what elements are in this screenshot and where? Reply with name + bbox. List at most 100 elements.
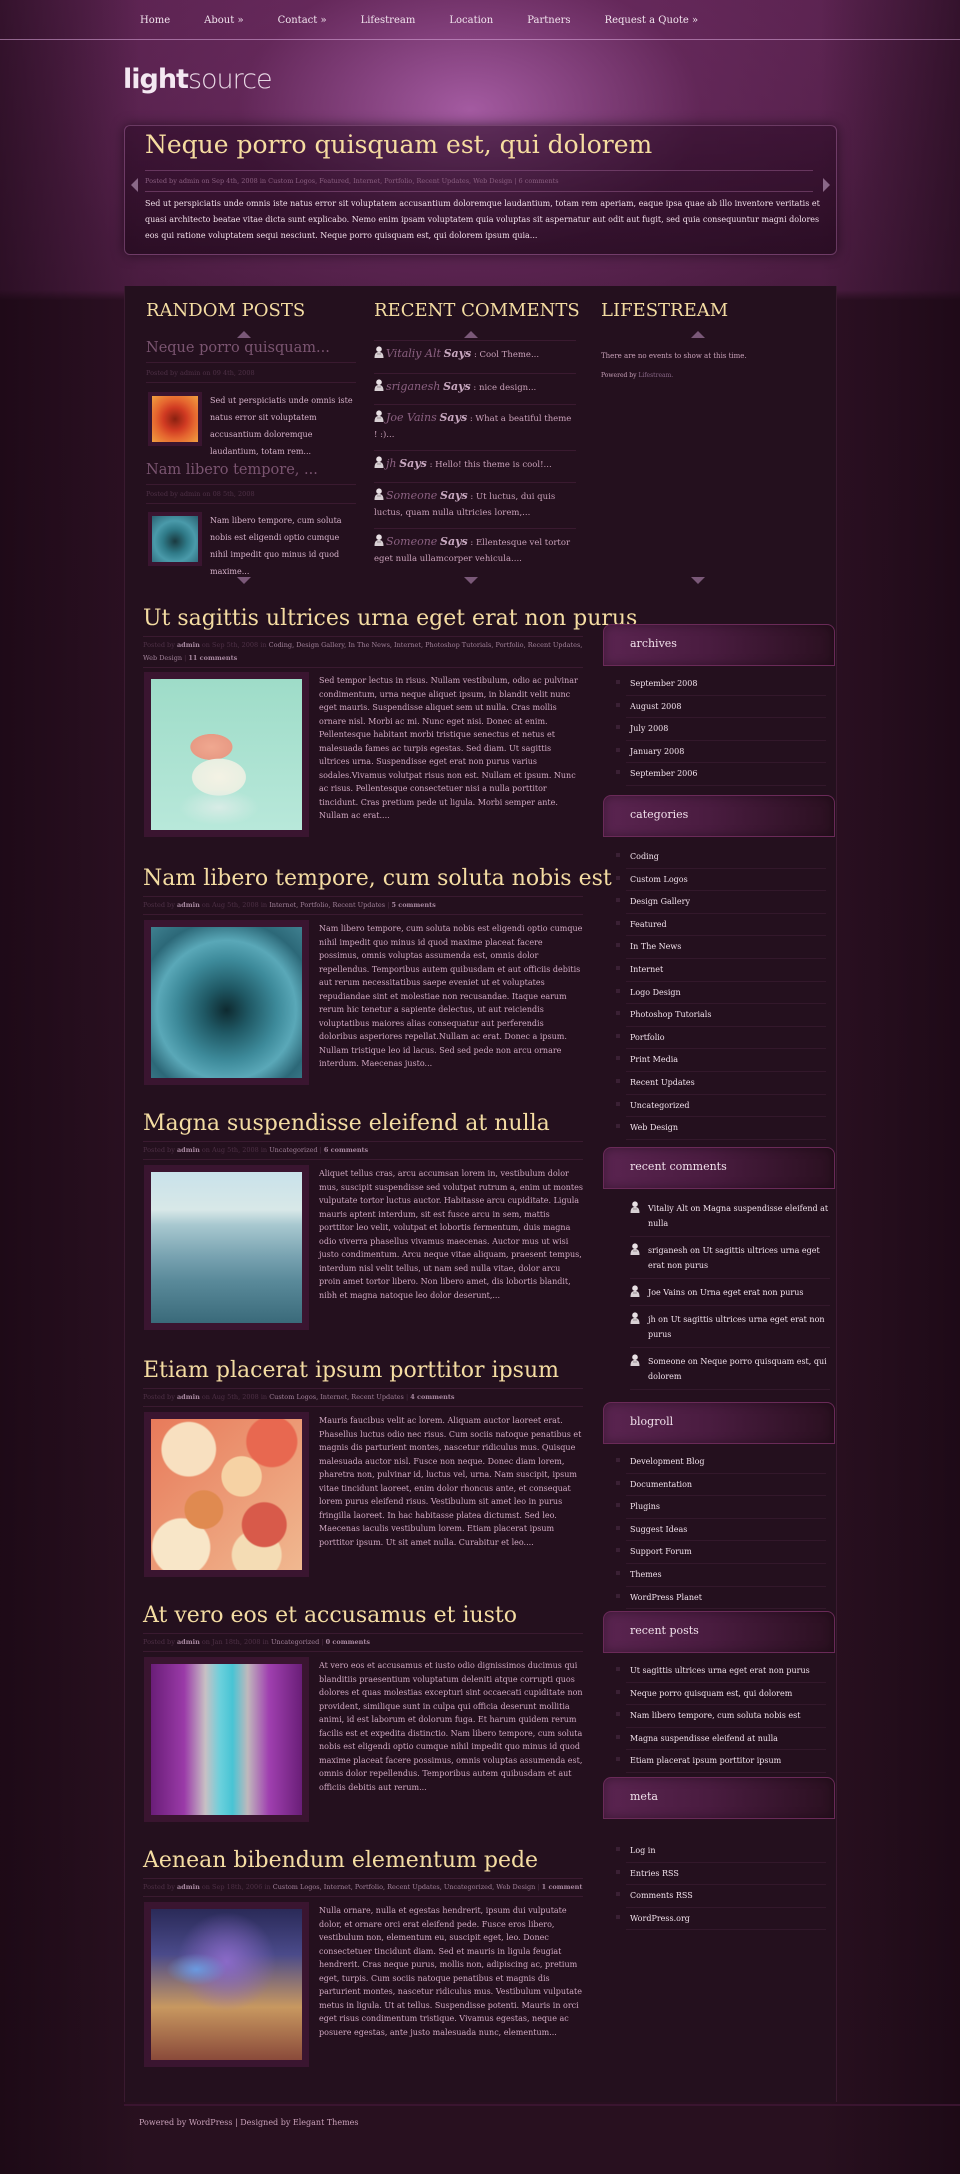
blogroll-item[interactable]: Documentation [626,1474,826,1497]
categories-item[interactable]: Portfolio [626,1027,826,1050]
post-title[interactable]: Etiam placerat ipsum porttitor ipsum [143,1358,559,1383]
lifestream-link[interactable]: Lifestream. [638,372,673,379]
blogroll-item[interactable]: Suggest Ideas [626,1519,826,1542]
recent-comment-item[interactable]: jh Says : Hello! this theme is cool!... [374,450,576,473]
post-comments-link[interactable]: 5 comments [391,901,435,909]
recent-comments-scroll-down-icon[interactable] [464,577,478,584]
recent-posts-item[interactable]: Ut sagittis ultrices urna eget erat non … [626,1660,826,1683]
recent-comments-scroll-up-icon[interactable] [464,331,478,338]
post-title[interactable]: Ut sagittis ultrices urna eget erat non … [143,606,637,631]
blogroll-item[interactable]: Plugins [626,1496,826,1519]
archives-item[interactable]: July 2008 [626,718,826,741]
lifestream-scroll-up-icon[interactable] [691,331,705,338]
blogroll-item[interactable]: Support Forum [626,1541,826,1564]
post-thumbnail[interactable] [144,1412,309,1577]
post-comments-link[interactable]: 1 comment [542,1883,583,1891]
comment-author[interactable]: sriganesh [386,380,440,393]
meta-item[interactable]: Comments RSS [626,1885,826,1908]
comment-author[interactable]: Joe Vains [386,411,437,424]
categories-item[interactable]: Coding [626,846,826,869]
recent-comment-entry[interactable]: Someone on Neque porro quisquam est, qui… [630,1348,830,1390]
post-categories[interactable]: Internet, Portfolio, Recent Updates [269,901,385,909]
categories-item[interactable]: Print Media [626,1049,826,1072]
nav-item-about[interactable]: About » [204,15,243,26]
meta-item[interactable]: WordPress.org [626,1908,826,1931]
post-comments-link[interactable]: 0 comments [326,1638,370,1646]
post-comments-link[interactable]: 11 comments [188,654,237,662]
post-title[interactable]: Nam libero tempore, cum soluta nobis est [143,866,612,891]
nav-item-partners[interactable]: Partners [527,15,570,26]
post-comments-link[interactable]: 6 comments [324,1146,368,1154]
categories-item[interactable]: Featured [626,914,826,937]
post-author-link[interactable]: admin [177,1883,200,1891]
recent-posts-item[interactable]: Etiam placerat ipsum porttitor ipsum [626,1750,826,1773]
categories-item[interactable]: Uncategorized [626,1095,826,1118]
blogroll-item[interactable]: Development Blog [626,1451,826,1474]
lifestream-scroll-down-icon[interactable] [691,577,705,584]
featured-title[interactable]: Neque porro quisquam est, qui dolorem [145,130,652,159]
post-thumbnail[interactable] [144,920,309,1085]
recent-posts-item[interactable]: Magna suspendisse eleifend at nulla [626,1728,826,1751]
recent-comment-entry[interactable]: Joe Vains on Urna eget erat non purus [630,1279,830,1306]
recent-posts-item[interactable]: Nam libero tempore, cum soluta nobis est [626,1705,826,1728]
post-categories[interactable]: Custom Logos, Internet, Portfolio, Recen… [273,1883,536,1891]
site-logo[interactable]: lightsource [123,64,273,95]
post-author-link[interactable]: admin [177,901,200,909]
post-author-link[interactable]: admin [177,1638,200,1646]
random-post-thumbnail[interactable] [148,512,202,566]
blogroll-item[interactable]: WordPress Planet [626,1587,826,1610]
categories-item[interactable]: Web Design [626,1117,826,1140]
post-author-link[interactable]: admin [177,1146,200,1154]
nav-item-request-a-quote[interactable]: Request a Quote » [605,15,699,26]
post-categories[interactable]: Custom Logos, Internet, Recent Updates [269,1393,404,1401]
random-post-thumbnail[interactable] [148,392,202,446]
post-title[interactable]: At vero eos et accusamus et iusto [143,1603,517,1628]
categories-item[interactable]: Design Gallery [626,891,826,914]
comment-author[interactable]: Someone [386,489,437,502]
meta-item[interactable]: Entries RSS [626,1863,826,1886]
random-post-title[interactable]: Nam libero tempore, ... [146,462,356,485]
post-author-link[interactable]: admin [177,641,200,649]
recent-comment-entry[interactable]: jh on Ut sagittis ultrices urna eget era… [630,1306,830,1348]
random-posts-scroll-up-icon[interactable] [237,331,251,338]
recent-comment-item[interactable]: Someone Says : Ut luctus, dui quis luctu… [374,482,576,521]
recent-comment-item[interactable]: Someone Says : Ellentesque vel tortor eg… [374,528,576,567]
post-comments-link[interactable]: 4 comments [410,1393,454,1401]
categories-item[interactable]: Internet [626,959,826,982]
recent-posts-item[interactable]: Neque porro quisquam est, qui dolorem [626,1683,826,1706]
random-post-title[interactable]: Neque porro quisquam... [146,340,356,363]
nav-item-contact[interactable]: Contact » [278,15,327,26]
recent-comment-entry[interactable]: sriganesh on Ut sagittis ultrices urna e… [630,1237,830,1279]
archives-item[interactable]: August 2008 [626,696,826,719]
categories-item[interactable]: Logo Design [626,982,826,1005]
comment-author[interactable]: jh [386,457,397,470]
post-thumbnail[interactable] [144,1657,309,1822]
slider-prev-arrow-icon[interactable] [131,178,138,192]
categories-item[interactable]: In The News [626,936,826,959]
archives-item[interactable]: September 2006 [626,763,826,786]
post-categories[interactable]: Uncategorized [271,1638,319,1646]
blogroll-item[interactable]: Themes [626,1564,826,1587]
post-thumbnail[interactable] [144,672,309,837]
comment-author[interactable]: Someone [386,535,437,548]
post-author-link[interactable]: admin [177,1393,200,1401]
recent-comment-item[interactable]: Vitaliy Alt Says : Cool Theme... [374,340,576,363]
comment-author[interactable]: Vitaliy Alt [386,347,441,360]
nav-item-lifestream[interactable]: Lifestream [361,15,416,26]
post-categories[interactable]: Uncategorized [269,1146,317,1154]
slider-next-arrow-icon[interactable] [823,178,830,192]
post-thumbnail[interactable] [144,1165,309,1330]
meta-item[interactable]: Log in [626,1840,826,1863]
categories-item[interactable]: Custom Logos [626,869,826,892]
recent-comment-item[interactable]: sriganesh Says : nice design... [374,373,576,396]
nav-item-location[interactable]: Location [449,15,493,26]
post-title[interactable]: Aenean bibendum elementum pede [143,1848,538,1873]
post-title[interactable]: Magna suspendisse eleifend at nulla [143,1111,550,1136]
categories-item[interactable]: Recent Updates [626,1072,826,1095]
archives-item[interactable]: September 2008 [626,673,826,696]
categories-item[interactable]: Photoshop Tutorials [626,1004,826,1027]
recent-comment-entry[interactable]: Vitaliy Alt on Magna suspendisse eleifen… [630,1195,830,1237]
recent-comment-item[interactable]: Joe Vains Says : What a beatiful theme !… [374,404,576,443]
random-posts-scroll-down-icon[interactable] [237,577,251,584]
post-thumbnail[interactable] [144,1902,309,2067]
